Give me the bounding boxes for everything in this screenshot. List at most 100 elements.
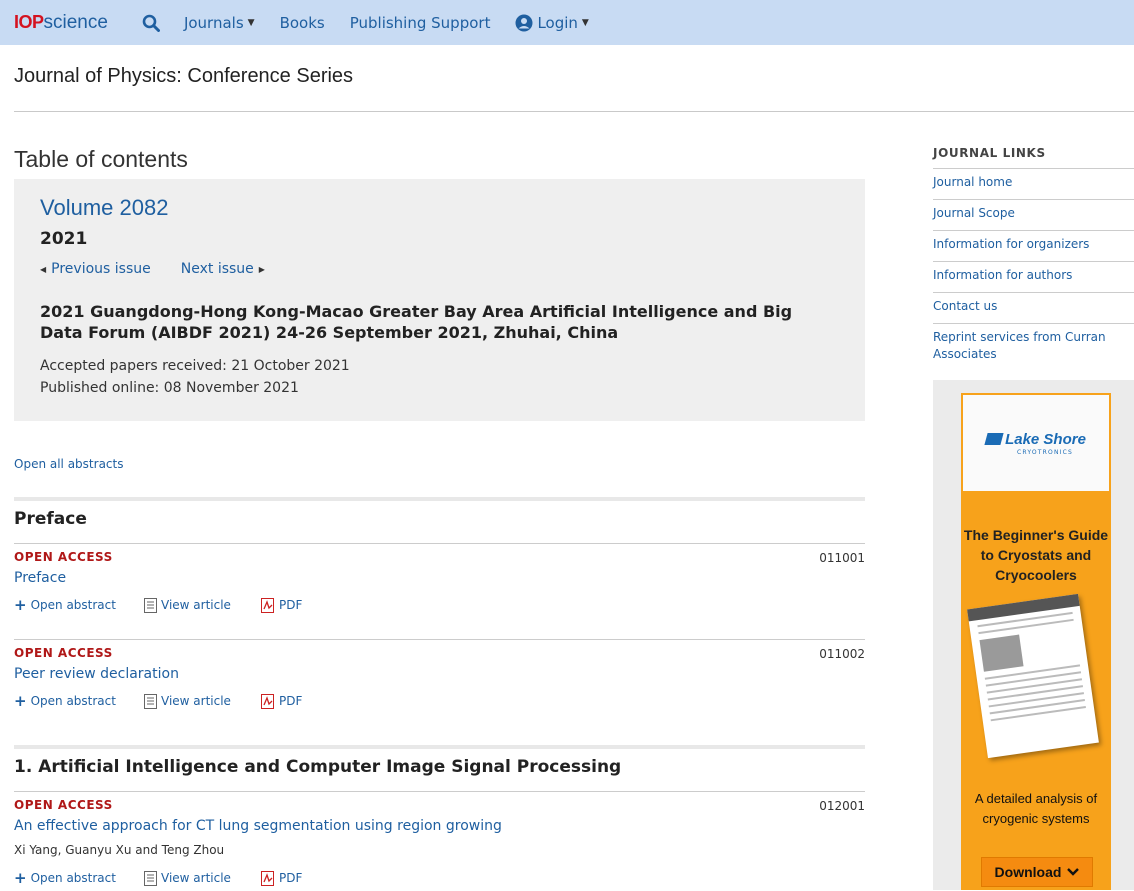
logo-iop: IOP — [14, 11, 44, 32]
sidebar-link-info-authors[interactable]: Information for authors — [933, 262, 1134, 293]
ad-body: The Beginner's Guide to Cryostats and Cr… — [963, 491, 1109, 888]
next-issue-link[interactable]: Next issue ▶ — [181, 261, 265, 277]
journal-links-heading: JOURNAL LINKS — [933, 146, 1134, 169]
pdf-icon — [261, 693, 274, 709]
article-title-link[interactable]: Peer review declaration — [14, 666, 865, 682]
article-item: OPEN ACCESS 011001 Preface + Open abstrac… — [14, 543, 865, 639]
view-article-link[interactable]: View article — [144, 596, 261, 614]
pdf-icon — [261, 597, 274, 613]
article-actions: + Open abstract View article PDF — [14, 596, 865, 614]
article-number: 012001 — [819, 799, 865, 813]
pdf-link[interactable]: PDF — [261, 869, 302, 887]
ad-brand-area: Lake Shore CRYOTRONICS — [963, 395, 1109, 491]
next-issue-label: Next issue — [180, 261, 254, 277]
accepted-date: Accepted papers received: 21 October 202… — [40, 358, 350, 374]
document-icon — [144, 870, 157, 886]
nav-journals-label: Journals — [183, 13, 244, 32]
published-date: Published online: 08 November 2021 — [40, 380, 299, 396]
lakeshore-ad-banner[interactable]: Lake Shore CRYOTRONICS The Beginner's Gu… — [961, 393, 1111, 890]
caret-left-icon: ◀ — [40, 264, 47, 274]
sidebar-link-info-organizers[interactable]: Information for organizers — [933, 231, 1134, 262]
nav-login-label: Login — [537, 13, 578, 32]
article-number: 011002 — [819, 647, 865, 661]
view-article-link[interactable]: View article — [144, 869, 261, 887]
section-title: Preface — [14, 509, 87, 529]
lakeshore-mark-icon — [984, 433, 1004, 445]
view-article-label: View article — [161, 598, 231, 612]
article-title-link[interactable]: Preface — [14, 570, 865, 586]
sidebar-link-reprint-services[interactable]: Reprint services from Curran Associates — [933, 324, 1134, 371]
ad-download-button[interactable]: Download — [981, 857, 1093, 887]
advertisement: Lake Shore CRYOTRONICS The Beginner's Gu… — [933, 380, 1134, 890]
conference-title: 2021 Guangdong-Hong Kong-Macao Greater B… — [40, 302, 793, 342]
lakeshore-brand-sub: CRYOTRONICS — [1016, 448, 1074, 456]
open-abstract-label: Open abstract — [30, 598, 116, 612]
open-abstract-button[interactable]: + Open abstract — [14, 596, 144, 614]
open-abstract-button[interactable]: + Open abstract — [14, 869, 144, 887]
pdf-icon — [261, 870, 274, 886]
pdf-link[interactable]: PDF — [261, 596, 302, 614]
volume-info-box: Volume 2082 2021 ◀ Previous issue Next is… — [14, 179, 865, 421]
document-icon — [144, 693, 157, 709]
article-actions: + Open abstract View article PDF — [14, 869, 865, 887]
chevron-down-icon: ▼ — [247, 17, 255, 28]
view-article-label: View article — [161, 871, 231, 885]
article-actions: + Open abstract View article PDF — [14, 692, 865, 710]
view-article-link[interactable]: View article — [144, 692, 261, 710]
view-article-label: View article — [161, 694, 231, 708]
section-title: 1. Artificial Intelligence and Computer … — [14, 757, 622, 777]
ad-headline: The Beginner's Guide to Cryostats and Cr… — [963, 527, 1109, 583]
open-access-badge: OPEN ACCESS — [14, 550, 113, 564]
chevron-down-icon — [1067, 868, 1080, 876]
search-icon[interactable] — [142, 13, 162, 33]
sidebar: JOURNAL LINKS Journal home Journal Scope… — [933, 112, 1134, 890]
main-content: Table of contents Volume 2082 2021 ◀ Prev… — [14, 112, 865, 891]
pdf-link[interactable]: PDF — [261, 692, 302, 710]
nav-publishing-support[interactable]: Publishing Support — [350, 14, 491, 32]
nav-books[interactable]: Books — [280, 14, 325, 32]
toc-section: 1. Artificial Intelligence and Computer … — [14, 745, 865, 891]
logo-science: science — [43, 11, 108, 33]
plus-icon: + — [14, 869, 27, 887]
document-icon — [144, 597, 157, 613]
article-authors: Xi Yang, Guanyu Xu and Teng Zhou — [14, 843, 225, 857]
plus-icon: + — [14, 692, 27, 710]
open-abstract-label: Open abstract — [30, 871, 116, 885]
volume-dates: Accepted papers received: 21 October 202… — [40, 355, 839, 399]
open-abstract-label: Open abstract — [30, 694, 116, 708]
ad-caption: A detailed analysis of cryogenic systems — [974, 791, 1098, 826]
article-title-link[interactable]: An effective approach for CT lung segmen… — [14, 818, 865, 834]
page-title: Table of contents — [14, 146, 188, 172]
lakeshore-logo: Lake Shore — [984, 430, 1086, 448]
journal-title: Journal of Physics: Conference Series — [14, 65, 354, 87]
brochure-image — [967, 593, 1099, 759]
open-abstract-button[interactable]: + Open abstract — [14, 692, 144, 710]
iopscience-logo[interactable]: IOP science — [14, 12, 108, 34]
user-icon — [515, 14, 533, 31]
sidebar-link-journal-scope[interactable]: Journal Scope — [933, 200, 1134, 231]
toc-section: Preface OPEN ACCESS 011001 Preface + Open… — [14, 497, 865, 735]
nav-login[interactable]: Login ▼ — [515, 13, 589, 32]
plus-icon: + — [14, 596, 27, 614]
sidebar-link-contact[interactable]: Contact us — [933, 293, 1134, 324]
pdf-label: PDF — [279, 694, 303, 708]
article-item: OPEN ACCESS 011002 Peer review declarati… — [14, 639, 865, 735]
chevron-down-icon: ▼ — [581, 17, 589, 28]
sidebar-link-journal-home[interactable]: Journal home — [933, 169, 1134, 200]
lakeshore-brand: Lake Shore — [1005, 430, 1086, 448]
pdf-label: PDF — [279, 598, 303, 612]
previous-issue-link[interactable]: ◀ Previous issue — [40, 261, 151, 277]
article-item: OPEN ACCESS 012001 An effective approach… — [14, 791, 865, 891]
nav-journals[interactable]: Journals ▼ — [184, 14, 255, 32]
top-navbar: IOP science Journals ▼ Books Publishing S… — [0, 0, 1134, 45]
previous-issue-label: Previous issue — [51, 261, 151, 277]
caret-right-icon: ▶ — [258, 264, 265, 274]
open-access-badge: OPEN ACCESS — [14, 646, 113, 660]
issue-navigation: ◀ Previous issue Next issue ▶ — [40, 261, 839, 277]
volume-year: 2021 — [40, 229, 88, 249]
open-all-abstracts-link[interactable]: Open all abstracts — [14, 457, 865, 471]
ad-download-label: Download — [994, 864, 1062, 880]
pdf-label: PDF — [279, 871, 303, 885]
open-access-badge: OPEN ACCESS — [14, 798, 113, 812]
volume-title: Volume 2082 — [40, 195, 169, 220]
